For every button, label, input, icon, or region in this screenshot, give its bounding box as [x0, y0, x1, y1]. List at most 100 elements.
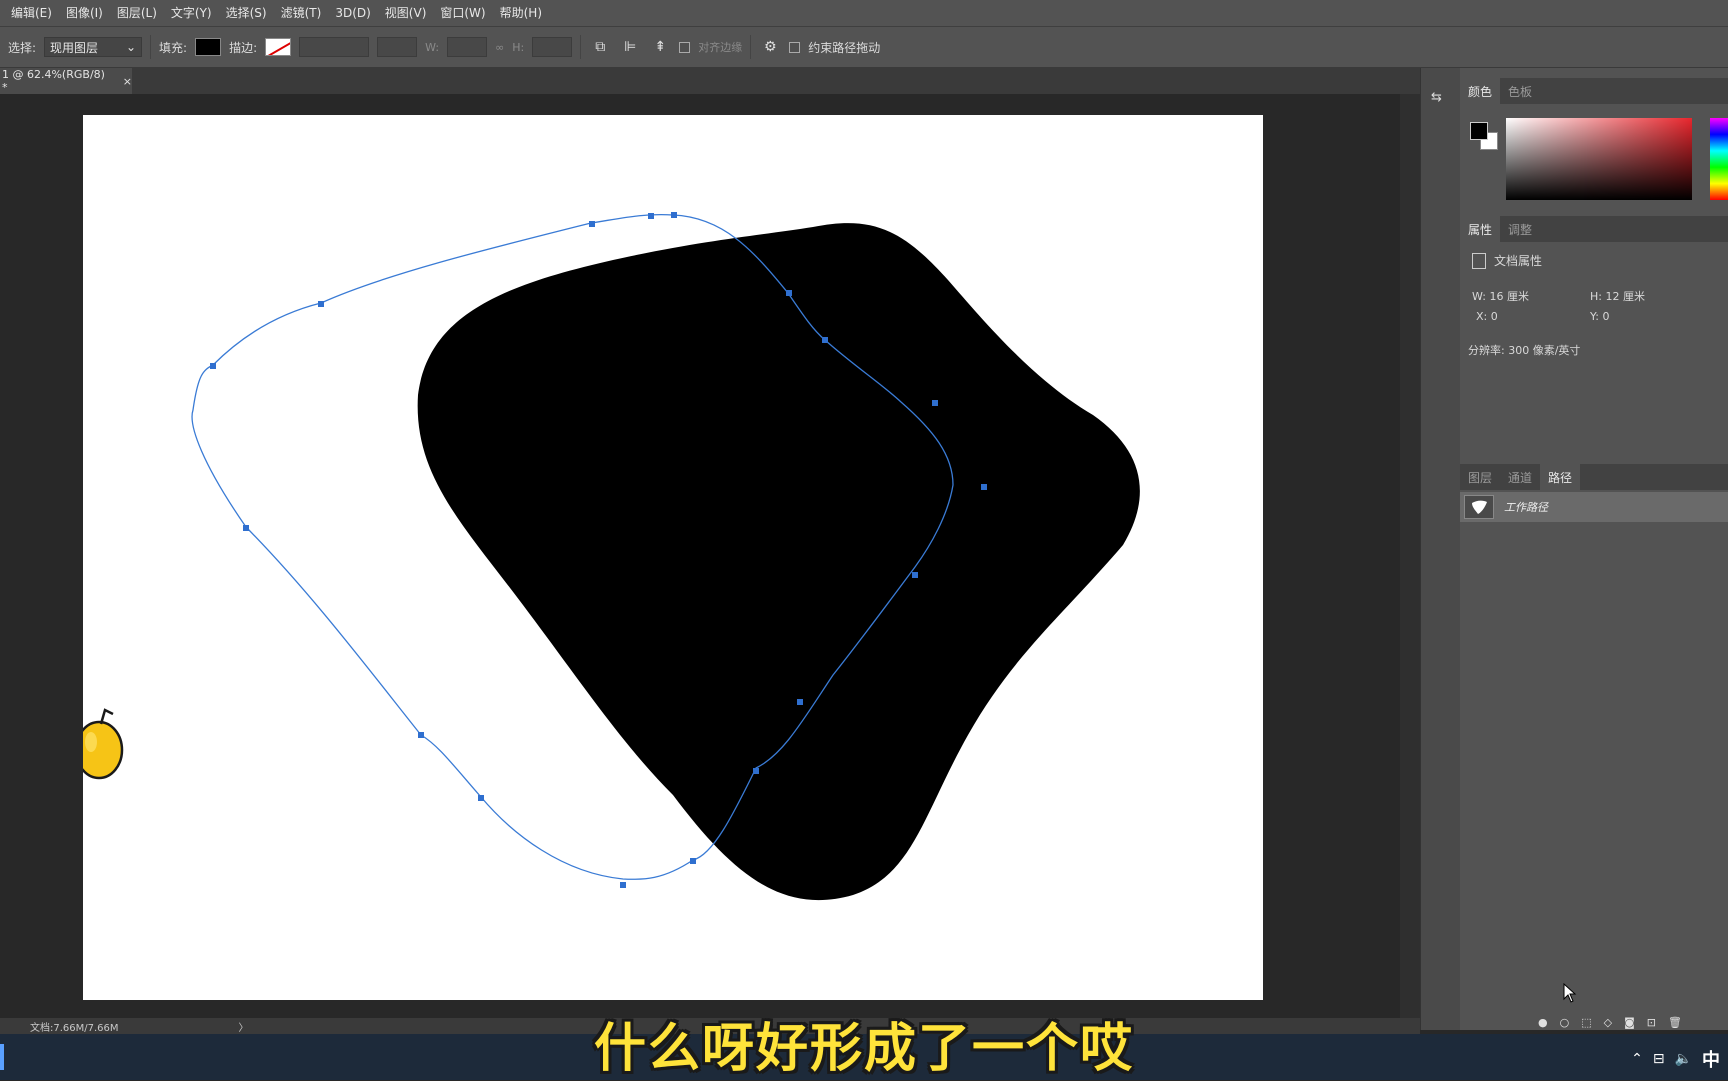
path-name: 工作路径: [1504, 501, 1548, 514]
document-properties-title: 文档属性: [1494, 254, 1543, 268]
tab-channels[interactable]: 通道: [1500, 464, 1540, 490]
width-label: W:: [1472, 290, 1486, 303]
width-row: W: 16 厘米: [1472, 288, 1529, 304]
fg-bg-colors: [1470, 122, 1500, 152]
anchor-point[interactable]: [912, 572, 918, 578]
anchor-point[interactable]: [690, 858, 696, 864]
height-value[interactable]: 12 厘米: [1605, 290, 1645, 303]
menu-type[interactable]: 文字(Y): [164, 0, 219, 26]
stroke-width-input[interactable]: [299, 37, 370, 57]
menu-select[interactable]: 选择(S): [219, 0, 274, 26]
history-icon[interactable]: ⇆: [1431, 90, 1451, 110]
fill-label: 填充:: [159, 40, 188, 55]
layers-panel-tabs: 图层 通道 路径: [1460, 464, 1728, 490]
document-tab-bar: 1 @ 62.4%(RGB/8) * ×: [0, 68, 1420, 94]
tab-properties[interactable]: 属性: [1460, 216, 1501, 242]
select-layer-dropdown[interactable]: 现用图层 ⌄: [44, 37, 143, 57]
menu-edit[interactable]: 编辑(E): [4, 0, 59, 26]
menu-view[interactable]: 视图(V): [378, 0, 434, 26]
canvas[interactable]: [74, 115, 1263, 1000]
align-edges-checkbox[interactable]: [679, 41, 691, 53]
anchor-point[interactable]: [243, 525, 249, 531]
separator: [150, 35, 152, 59]
link-icon[interactable]: ∞: [495, 41, 504, 54]
fill-swatch[interactable]: [195, 38, 222, 56]
color-panel: 颜色 色板: [1460, 78, 1728, 208]
stroke-swatch[interactable]: [265, 38, 292, 56]
height-label: H:: [1590, 290, 1602, 303]
anchor-point[interactable]: [418, 732, 424, 738]
w-label: W:: [425, 40, 440, 54]
right-panels: 颜色 色板 属性 调整 文档属性 W: 16 厘米 H: 12 厘米 X: 0: [1460, 68, 1728, 1030]
anchor-point[interactable]: [932, 400, 938, 406]
select-layer-value: 现用图层: [50, 40, 99, 55]
select-label: 选择:: [8, 40, 37, 55]
document-tab[interactable]: 1 @ 62.4%(RGB/8) * ×: [0, 68, 132, 94]
anchor-point[interactable]: [589, 221, 595, 227]
stroke-type-dropdown[interactable]: [377, 37, 418, 57]
menu-3d[interactable]: 3D(D): [328, 0, 377, 26]
anchor-point[interactable]: [797, 699, 803, 705]
anchor-point[interactable]: [671, 212, 677, 218]
tab-layers[interactable]: 图层: [1460, 464, 1500, 490]
properties-panel-tabs: 属性 调整: [1460, 216, 1728, 242]
width-input[interactable]: [447, 37, 488, 57]
constrain-path-label: 约束路径拖动: [808, 40, 881, 55]
x-row: X: 0: [1476, 310, 1498, 323]
menu-filter[interactable]: 滤镜(T): [274, 0, 329, 26]
menu-image[interactable]: 图像(I): [59, 0, 110, 26]
width-value[interactable]: 16 厘米: [1489, 290, 1529, 303]
document-tab-title: 1 @ 62.4%(RGB/8) *: [2, 68, 105, 94]
anchor-point[interactable]: [210, 363, 216, 369]
color-picker-field[interactable]: [1506, 118, 1692, 200]
menu-bar: 编辑(E) 图像(I) 图层(L) 文字(Y) 选择(S) 滤镜(T) 3D(D…: [0, 0, 1728, 26]
menu-layer[interactable]: 图层(L): [110, 0, 164, 26]
menu-window[interactable]: 窗口(W): [433, 0, 492, 26]
align-edges-label: 对齐边缘: [698, 41, 743, 54]
document-properties-header: 文档属性: [1472, 252, 1542, 269]
x-label: X:: [1476, 310, 1488, 323]
anchor-point[interactable]: [786, 290, 792, 296]
tab-paths[interactable]: 路径: [1540, 464, 1581, 490]
tab-adjustments[interactable]: 调整: [1500, 216, 1540, 242]
menu-help[interactable]: 帮助(H): [493, 0, 549, 26]
options-bar: 选择: 现用图层 ⌄ 填充: 描边: W: ∞ H: ⧉ ⊫ ⇞ 对齐边缘 ⚙ …: [0, 26, 1728, 68]
panel-dock: ⇆: [1420, 68, 1460, 1030]
anchor-point[interactable]: [478, 795, 484, 801]
gear-icon[interactable]: ⚙: [759, 36, 781, 58]
hue-slider[interactable]: [1710, 118, 1728, 200]
mouse-cursor-icon: [1563, 983, 1577, 1003]
height-row: H: 12 厘米: [1590, 288, 1645, 304]
x-value[interactable]: 0: [1491, 310, 1498, 323]
black-shape[interactable]: [417, 223, 1140, 901]
tab-swatches[interactable]: 色板: [1500, 78, 1540, 104]
separator: [580, 35, 582, 59]
work-area: [0, 94, 1400, 1030]
resolution-text: 分辨率: 300 像素/英寸: [1468, 344, 1581, 357]
path-alignment-icon[interactable]: ⊫: [619, 36, 641, 58]
constrain-path-checkbox[interactable]: [789, 41, 801, 53]
y-label: Y:: [1590, 310, 1599, 323]
anchor-point[interactable]: [620, 882, 626, 888]
height-input[interactable]: [532, 37, 573, 57]
canvas-artwork: [74, 212, 1140, 901]
separator: [750, 35, 752, 59]
path-arrangement-icon[interactable]: ⇞: [649, 36, 671, 58]
path-thumbnail: [1464, 495, 1494, 519]
path-operations-icon[interactable]: ⧉: [589, 36, 611, 58]
chevron-down-icon: ⌄: [125, 40, 137, 54]
foreground-color-swatch[interactable]: [1470, 122, 1488, 140]
vertical-scrollbar[interactable]: [1400, 94, 1420, 1030]
y-row: Y: 0: [1590, 310, 1609, 323]
anchor-point[interactable]: [981, 484, 987, 490]
layers-panel: 图层 通道 路径 工作路径: [1460, 464, 1728, 1030]
work-path-row[interactable]: 工作路径: [1460, 492, 1728, 522]
close-icon[interactable]: ×: [123, 75, 132, 88]
anchor-point[interactable]: [648, 213, 654, 219]
tab-color[interactable]: 颜色: [1460, 78, 1501, 104]
anchor-point[interactable]: [318, 301, 324, 307]
y-value[interactable]: 0: [1602, 310, 1609, 323]
anchor-point[interactable]: [822, 337, 828, 343]
h-label: H:: [512, 40, 525, 54]
anchor-point[interactable]: [753, 768, 759, 774]
